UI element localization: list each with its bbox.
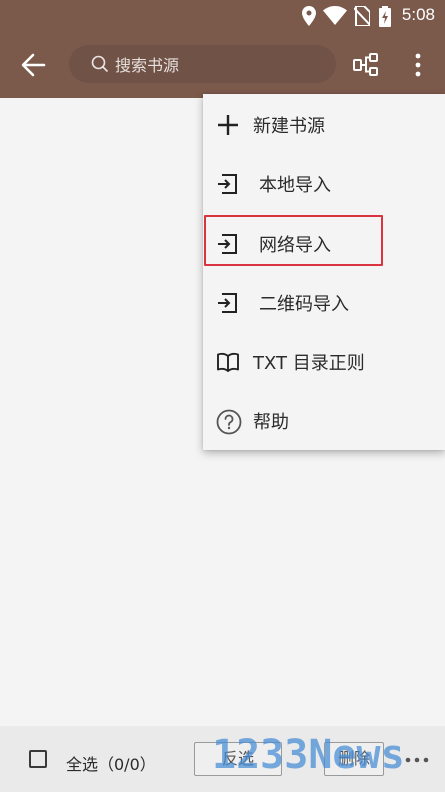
status-bar: 5:08 (0, 0, 445, 32)
back-button[interactable] (18, 50, 50, 80)
no-sim-icon (353, 5, 371, 30)
search-box[interactable] (69, 45, 336, 83)
more-button[interactable] (408, 51, 428, 79)
menu-item-label: TXT 目录正则 (253, 353, 365, 374)
import-icon (216, 232, 240, 256)
plus-icon (216, 113, 240, 137)
menu-item-label: 本地导入 (259, 175, 331, 196)
popup-menu: 新建书源 本地导入 网络导入 二维码导入 TXT 目录正则 帮助 (203, 94, 445, 450)
menu-item-label: 帮助 (253, 412, 289, 433)
menu-item-network-import[interactable]: 网络导入 (203, 214, 445, 273)
menu-item-label: 新建书源 (253, 116, 325, 137)
group-tree-icon (352, 53, 380, 83)
menu-item-help[interactable]: 帮助 (203, 391, 445, 450)
menu-item-qr-import[interactable]: 二维码导入 (203, 273, 445, 332)
select-all-checkbox[interactable] (29, 750, 47, 768)
status-time: 5:08 (401, 5, 435, 24)
menu-item-local-import[interactable]: 本地导入 (203, 154, 445, 213)
app-bar (0, 32, 445, 98)
watermark-logo: 1233News (212, 732, 405, 778)
help-icon (216, 409, 242, 435)
book-open-icon (216, 350, 240, 374)
select-all-label: 全选（0/0） (66, 755, 156, 774)
wifi-icon (323, 6, 347, 30)
menu-item-txt-toc-regex[interactable]: TXT 目录正则 (203, 332, 445, 391)
more-vert-icon (408, 53, 428, 83)
group-button[interactable] (352, 51, 380, 79)
arrow-left-icon (18, 53, 50, 84)
import-icon (216, 172, 240, 196)
menu-item-label: 网络导入 (259, 235, 331, 256)
menu-item-new-source[interactable]: 新建书源 (203, 95, 445, 154)
location-icon (302, 6, 316, 30)
import-icon (216, 291, 240, 315)
header: 5:08 (0, 0, 445, 98)
search-input[interactable] (113, 51, 327, 79)
menu-item-label: 二维码导入 (259, 294, 349, 315)
search-icon (91, 55, 109, 77)
battery-charging-icon (379, 6, 391, 31)
